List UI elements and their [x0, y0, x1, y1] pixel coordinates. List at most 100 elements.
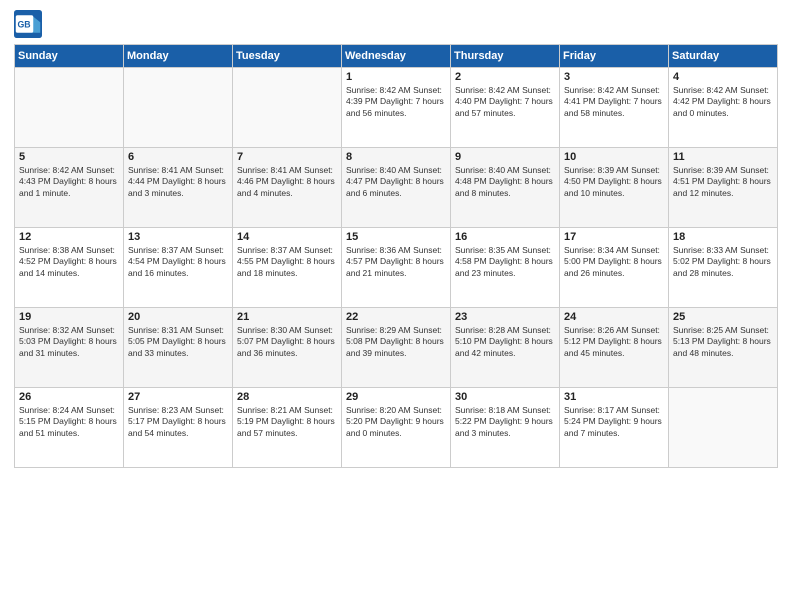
calendar-cell: 31 Sunrise: 8:17 AM Sunset: 5:24 PM Dayli… — [560, 388, 669, 468]
calendar-cell: 30 Sunrise: 8:18 AM Sunset: 5:22 PM Dayli… — [451, 388, 560, 468]
calendar-week-row: 26 Sunrise: 8:24 AM Sunset: 5:15 PM Dayli… — [15, 388, 778, 468]
header-friday: Friday — [560, 45, 669, 68]
day-number: 5 — [19, 151, 119, 163]
day-info: Sunrise: 8:40 AM Sunset: 4:47 PM Dayligh… — [346, 165, 446, 199]
day-number: 1 — [346, 71, 446, 83]
day-number: 30 — [455, 391, 555, 403]
calendar-cell: 9 Sunrise: 8:40 AM Sunset: 4:48 PM Daylig… — [451, 148, 560, 228]
day-info: Sunrise: 8:23 AM Sunset: 5:17 PM Dayligh… — [128, 405, 228, 439]
calendar-cell: 1 Sunrise: 8:42 AM Sunset: 4:39 PM Daylig… — [342, 68, 451, 148]
day-number: 17 — [564, 231, 664, 243]
day-number: 10 — [564, 151, 664, 163]
calendar-cell: 13Sunrise: 8:37 AM Sunset: 4:54 PM Dayli… — [124, 228, 233, 308]
header-sunday: Sunday — [15, 45, 124, 68]
calendar-cell: 4Sunrise: 8:42 AM Sunset: 4:42 PM Daylig… — [669, 68, 778, 148]
calendar-cell: 5Sunrise: 8:42 AM Sunset: 4:43 PM Daylig… — [15, 148, 124, 228]
day-info: Sunrise: 8:17 AM Sunset: 5:24 PM Dayligh… — [564, 405, 664, 439]
header-monday: Monday — [124, 45, 233, 68]
calendar-cell: 18 Sunrise: 8:33 AM Sunset: 5:02 PM Dayli… — [669, 228, 778, 308]
calendar-cell — [669, 388, 778, 468]
day-info: Sunrise: 8:18 AM Sunset: 5:22 PM Dayligh… — [455, 405, 555, 439]
calendar-cell: 28Sunrise: 8:21 AM Sunset: 5:19 PM Dayli… — [233, 388, 342, 468]
header-row: GB — [14, 10, 778, 38]
day-number: 16 — [455, 231, 555, 243]
day-info: Sunrise: 8:34 AM Sunset: 5:00 PM Dayligh… — [564, 245, 664, 279]
logo: GB — [14, 10, 46, 38]
calendar-cell: 15 Sunrise: 8:36 AM Sunset: 4:57 PM Dayli… — [342, 228, 451, 308]
day-number: 9 — [455, 151, 555, 163]
day-info: Sunrise: 8:41 AM Sunset: 4:46 PM Dayligh… — [237, 165, 337, 199]
day-info: Sunrise: 8:29 AM Sunset: 5:08 PM Dayligh… — [346, 325, 446, 359]
header-thursday: Thursday — [451, 45, 560, 68]
day-number: 21 — [237, 311, 337, 323]
day-info: Sunrise: 8:39 AM Sunset: 4:50 PM Dayligh… — [564, 165, 664, 199]
day-number: 7 — [237, 151, 337, 163]
calendar-cell: 3 Sunrise: 8:42 AM Sunset: 4:41 PM Daylig… — [560, 68, 669, 148]
calendar-cell: 7 Sunrise: 8:41 AM Sunset: 4:46 PM Daylig… — [233, 148, 342, 228]
header-tuesday: Tuesday — [233, 45, 342, 68]
svg-text:GB: GB — [18, 20, 31, 30]
calendar-cell: 25 Sunrise: 8:25 AM Sunset: 5:13 PM Dayli… — [669, 308, 778, 388]
day-number: 18 — [673, 231, 773, 243]
calendar-table: SundayMondayTuesdayWednesdayThursdayFrid… — [14, 44, 778, 468]
day-info: Sunrise: 8:33 AM Sunset: 5:02 PM Dayligh… — [673, 245, 773, 279]
calendar-header-row: SundayMondayTuesdayWednesdayThursdayFrid… — [15, 45, 778, 68]
day-info: Sunrise: 8:41 AM Sunset: 4:44 PM Dayligh… — [128, 165, 228, 199]
day-number: 6 — [128, 151, 228, 163]
calendar-cell: 12Sunrise: 8:38 AM Sunset: 4:52 PM Dayli… — [15, 228, 124, 308]
day-info: Sunrise: 8:25 AM Sunset: 5:13 PM Dayligh… — [673, 325, 773, 359]
calendar-week-row: 19Sunrise: 8:32 AM Sunset: 5:03 PM Dayli… — [15, 308, 778, 388]
day-number: 24 — [564, 311, 664, 323]
day-info: Sunrise: 8:42 AM Sunset: 4:41 PM Dayligh… — [564, 85, 664, 119]
day-number: 13 — [128, 231, 228, 243]
day-info: Sunrise: 8:38 AM Sunset: 4:52 PM Dayligh… — [19, 245, 119, 279]
day-info: Sunrise: 8:37 AM Sunset: 4:55 PM Dayligh… — [237, 245, 337, 279]
calendar-cell: 26 Sunrise: 8:24 AM Sunset: 5:15 PM Dayli… — [15, 388, 124, 468]
calendar-cell — [15, 68, 124, 148]
day-number: 25 — [673, 311, 773, 323]
calendar-cell: 23 Sunrise: 8:28 AM Sunset: 5:10 PM Dayli… — [451, 308, 560, 388]
day-number: 8 — [346, 151, 446, 163]
calendar-cell: 6 Sunrise: 8:41 AM Sunset: 4:44 PM Daylig… — [124, 148, 233, 228]
calendar-cell: 21Sunrise: 8:30 AM Sunset: 5:07 PM Dayli… — [233, 308, 342, 388]
logo-icon: GB — [14, 10, 42, 38]
day-number: 4 — [673, 71, 773, 83]
day-info: Sunrise: 8:42 AM Sunset: 4:40 PM Dayligh… — [455, 85, 555, 119]
calendar-cell: 19Sunrise: 8:32 AM Sunset: 5:03 PM Dayli… — [15, 308, 124, 388]
calendar-cell: 22 Sunrise: 8:29 AM Sunset: 5:08 PM Dayli… — [342, 308, 451, 388]
day-number: 3 — [564, 71, 664, 83]
main-container: GB SundayMondayTuesdayWednesdayThursdayF… — [0, 0, 792, 474]
day-info: Sunrise: 8:36 AM Sunset: 4:57 PM Dayligh… — [346, 245, 446, 279]
day-number: 2 — [455, 71, 555, 83]
calendar-cell: 17 Sunrise: 8:34 AM Sunset: 5:00 PM Dayli… — [560, 228, 669, 308]
day-number: 28 — [237, 391, 337, 403]
day-number: 11 — [673, 151, 773, 163]
day-number: 29 — [346, 391, 446, 403]
calendar-body: 1 Sunrise: 8:42 AM Sunset: 4:39 PM Daylig… — [15, 68, 778, 468]
calendar-cell: 16Sunrise: 8:35 AM Sunset: 4:58 PM Dayli… — [451, 228, 560, 308]
calendar-cell: 27Sunrise: 8:23 AM Sunset: 5:17 PM Dayli… — [124, 388, 233, 468]
day-info: Sunrise: 8:42 AM Sunset: 4:39 PM Dayligh… — [346, 85, 446, 119]
header-wednesday: Wednesday — [342, 45, 451, 68]
calendar-cell: 2 Sunrise: 8:42 AM Sunset: 4:40 PM Daylig… — [451, 68, 560, 148]
day-number: 15 — [346, 231, 446, 243]
calendar-cell — [124, 68, 233, 148]
day-number: 14 — [237, 231, 337, 243]
calendar-week-row: 1 Sunrise: 8:42 AM Sunset: 4:39 PM Daylig… — [15, 68, 778, 148]
day-info: Sunrise: 8:24 AM Sunset: 5:15 PM Dayligh… — [19, 405, 119, 439]
calendar-cell — [233, 68, 342, 148]
calendar-cell: 14 Sunrise: 8:37 AM Sunset: 4:55 PM Dayli… — [233, 228, 342, 308]
day-number: 20 — [128, 311, 228, 323]
day-number: 31 — [564, 391, 664, 403]
calendar-week-row: 5Sunrise: 8:42 AM Sunset: 4:43 PM Daylig… — [15, 148, 778, 228]
day-number: 23 — [455, 311, 555, 323]
day-info: Sunrise: 8:40 AM Sunset: 4:48 PM Dayligh… — [455, 165, 555, 199]
day-info: Sunrise: 8:26 AM Sunset: 5:12 PM Dayligh… — [564, 325, 664, 359]
day-number: 26 — [19, 391, 119, 403]
day-info: Sunrise: 8:31 AM Sunset: 5:05 PM Dayligh… — [128, 325, 228, 359]
header-saturday: Saturday — [669, 45, 778, 68]
day-number: 22 — [346, 311, 446, 323]
day-number: 19 — [19, 311, 119, 323]
day-info: Sunrise: 8:28 AM Sunset: 5:10 PM Dayligh… — [455, 325, 555, 359]
calendar-cell: 10 Sunrise: 8:39 AM Sunset: 4:50 PM Dayli… — [560, 148, 669, 228]
